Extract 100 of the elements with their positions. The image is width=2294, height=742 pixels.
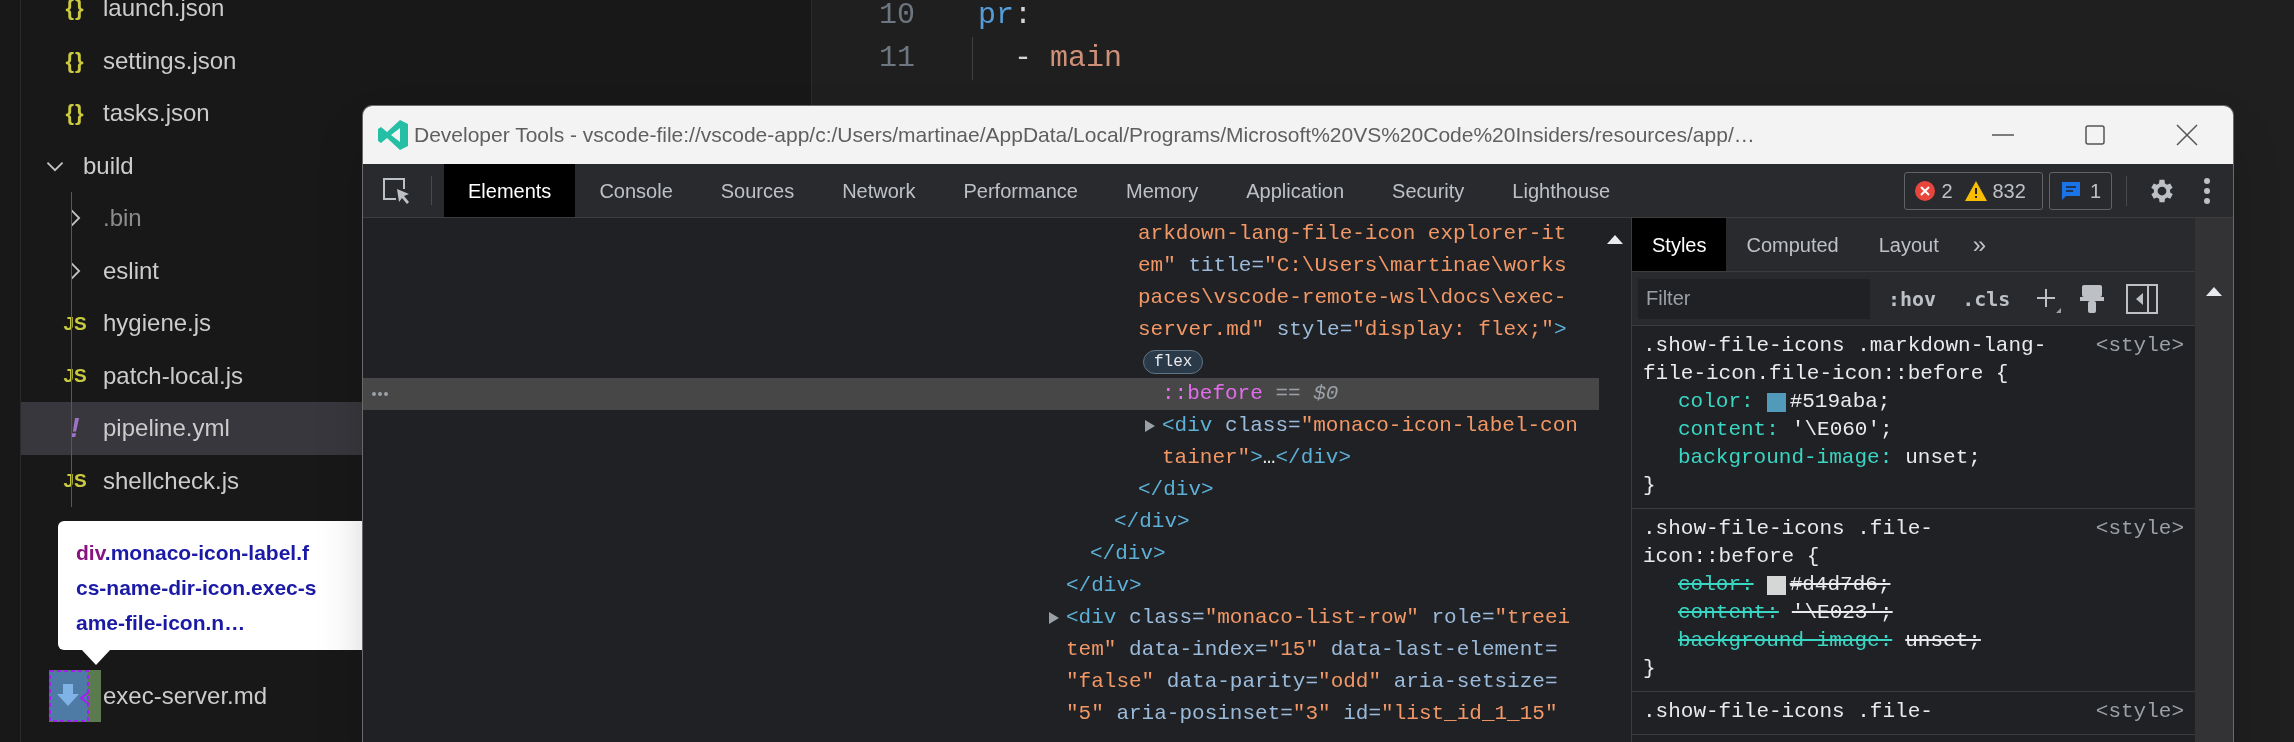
property-name: color: <box>1678 389 1754 415</box>
property-name: background-image: <box>1678 628 1893 654</box>
file-name: eslint <box>103 255 160 286</box>
devtools-tab[interactable]: Memory <box>1102 164 1223 217</box>
file-name: .bin <box>103 203 142 234</box>
property-name: content: <box>1678 600 1779 626</box>
property-name: background-image: <box>1678 445 1893 471</box>
code-line: <div class="monaco-icon-label-con <box>1162 413 1578 440</box>
code-line: </div> <box>1114 509 1190 536</box>
panel-tab[interactable]: Layout <box>1858 218 1959 271</box>
devtools-tab[interactable]: Security <box>1368 164 1489 217</box>
line-number: 11 <box>878 40 915 77</box>
close-icon <box>2176 124 2198 146</box>
minimize-icon <box>1992 134 2014 136</box>
issues-counter[interactable]: 2 832 <box>1904 171 2043 210</box>
code-line: server.md" style="display: flex;"> <box>1138 317 1567 344</box>
warning-icon <box>1964 180 1987 201</box>
source-link[interactable]: <style> <box>2095 332 2184 360</box>
markdown-file-icon <box>49 669 101 722</box>
devtools-tab[interactable]: Lighthouse <box>1488 164 1635 217</box>
code-line: arkdown-lang-file-icon explorer-it <box>1138 221 1567 248</box>
error-icon <box>1915 180 1936 201</box>
css-selector: .show-file-icons .file- icon::before { <box>1643 516 1933 570</box>
devtools-tab[interactable]: Elements <box>444 164 576 217</box>
file-type-icon: {} <box>65 102 85 125</box>
property-value: unset; <box>1905 628 1981 654</box>
file-name: tasks.json <box>103 98 210 129</box>
panel-tab[interactable]: Styles <box>1632 218 1727 271</box>
tree-item[interactable]: exec-server.md <box>21 669 362 722</box>
tree-item[interactable]: eslint <box>21 244 362 297</box>
devtools-tab[interactable]: Sources <box>696 164 819 217</box>
file-name: settings.json <box>103 45 237 76</box>
source-link[interactable]: <style> <box>2095 698 2184 726</box>
code-line: </div> <box>1138 477 1214 504</box>
tree-item[interactable]: build <box>21 139 362 192</box>
file-name: shellcheck.js <box>103 465 240 496</box>
toggle-button[interactable]: .cls <box>1954 283 2019 314</box>
expand-triangle-icon[interactable] <box>1144 419 1156 433</box>
css-selector: .show-file-icons .markdown-lang- file-icon.file-icon::before { <box>1643 333 2047 387</box>
more-icon[interactable] <box>371 391 389 397</box>
file-name: hygiene.js <box>103 308 212 339</box>
maximize-icon <box>2085 125 2105 145</box>
tree-item[interactable]: .bin <box>21 192 362 245</box>
property-value: '\E023'; <box>1791 600 1893 626</box>
more-options-icon[interactable] <box>2203 176 2211 205</box>
devtools-tab[interactable]: Application <box>1222 164 1369 217</box>
property-value: #519aba; <box>1789 389 1891 415</box>
more-tabs-button[interactable]: » <box>1958 218 2001 271</box>
property-name: content: <box>1678 417 1779 443</box>
code-line: "5" aria-posinset="3" id="list_id_1_15" <box>1066 701 1558 728</box>
expand-triangle-icon[interactable] <box>1048 611 1060 625</box>
code-line: tainer">…</div> <box>1162 445 1352 472</box>
tree-item[interactable]: {} tasks.json <box>21 87 362 140</box>
code-line: </div> <box>1066 573 1142 600</box>
tree-item[interactable]: {} settings.json <box>21 34 362 87</box>
color-swatch[interactable] <box>1766 575 1786 595</box>
scroll-up-icon[interactable] <box>1607 234 1623 244</box>
toggle-button[interactable]: :hov <box>1880 283 1945 314</box>
devtools-tab[interactable]: Performance <box>939 164 1102 217</box>
code-line: pr: <box>978 0 1033 34</box>
selected-row[interactable]: ::before == $0 <box>363 378 1599 410</box>
sidebar-toggle-icon[interactable] <box>2126 283 2159 314</box>
file-name: patch-local.js <box>103 360 244 391</box>
code-line: em" title="C:\Users\martinae\works <box>1138 253 1567 280</box>
tooltip-text: div.monaco-icon-label.f cs-name-dir-icon.exec-s ame-file-icon.n… <box>76 540 318 636</box>
file-type-icon: {} <box>65 49 85 72</box>
source-link[interactable]: <style> <box>2095 515 2184 543</box>
css-selector: .show-file-icons .file- <box>1643 699 1933 725</box>
file-name: build <box>83 150 134 181</box>
property-name: color: <box>1678 572 1754 598</box>
code-line: <div class="monaco-list-row" role="treei <box>1066 605 1571 632</box>
panel-tab[interactable]: Computed <box>1726 218 1859 271</box>
code-line: - main <box>1013 40 1123 77</box>
code-line: ::before == $0 <box>1162 381 1339 408</box>
file-type-icon: ! <box>70 414 80 443</box>
filter-field[interactable]: Filter <box>1638 278 1870 319</box>
inspect-icon <box>382 176 412 205</box>
devtools-tab[interactable]: Console <box>575 164 697 217</box>
line-number: 10 <box>878 0 915 34</box>
tree-item[interactable]: ! pipeline.yml <box>21 402 362 455</box>
code-line: paces\vscode-remote-wsl\docs\exec- <box>1138 285 1567 312</box>
messages-counter[interactable]: 1 <box>2048 171 2112 210</box>
file-type-icon: {} <box>65 0 85 20</box>
app-logo-icon <box>377 119 409 151</box>
window-title: Developer Tools - vscode-file://vscode-app/c:/Users/martinae/AppData/Local/Programs/Microsoft%20VS%20Code%20Insiders/resources/app/… <box>414 122 1755 149</box>
code-line: tem" data-index="15" data-last-element= <box>1066 637 1558 664</box>
code-line: </div> <box>1090 541 1166 568</box>
devtools-tab[interactable]: Network <box>818 164 940 217</box>
property-value: unset; <box>1905 445 1981 471</box>
property-value: #d4d7d6; <box>1789 572 1891 598</box>
chat-icon <box>2059 179 2082 202</box>
scroll-up-icon[interactable] <box>2206 286 2222 296</box>
file-name: pipeline.yml <box>103 413 230 444</box>
code-line: "false" data-parity="odd" aria-setsize= <box>1066 669 1558 696</box>
file-name: exec-server.md <box>103 680 268 711</box>
flex-badge[interactable]: flex <box>1143 350 1204 374</box>
closing-brace: } <box>1643 656 1657 682</box>
paint-brush-icon[interactable] <box>2078 283 2107 314</box>
color-swatch[interactable] <box>1766 392 1786 412</box>
closing-brace: } <box>1643 473 1657 499</box>
